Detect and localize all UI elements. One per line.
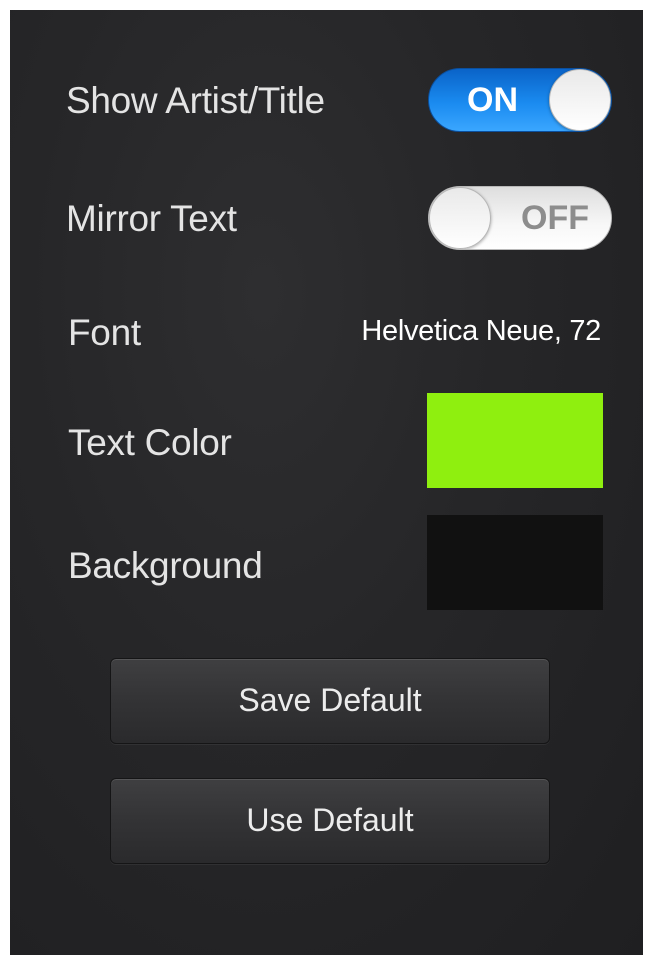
text-color-label: Text Color — [68, 422, 232, 463]
font-value[interactable]: Helvetica Neue, 72 — [361, 315, 601, 348]
toggle-knob — [429, 187, 491, 249]
show-artist-title-label: Show Artist/Title — [66, 80, 325, 121]
save-default-button[interactable]: Save Default — [110, 658, 550, 744]
settings-panel: Show Artist/Title ON Mirror Text OFF Fon… — [10, 10, 643, 955]
toggle-knob — [549, 69, 611, 131]
text-color-swatch[interactable] — [427, 393, 603, 488]
show-artist-title-toggle[interactable]: ON — [428, 68, 612, 132]
background-color-swatch[interactable] — [427, 515, 603, 610]
background-label: Background — [68, 545, 263, 586]
mirror-text-label: Mirror Text — [66, 198, 237, 239]
toggle-off-text: OFF — [521, 199, 589, 237]
use-default-button[interactable]: Use Default — [110, 778, 550, 864]
toggle-on-text: ON — [467, 81, 518, 119]
mirror-text-toggle[interactable]: OFF — [428, 186, 612, 250]
font-label: Font — [68, 312, 141, 353]
